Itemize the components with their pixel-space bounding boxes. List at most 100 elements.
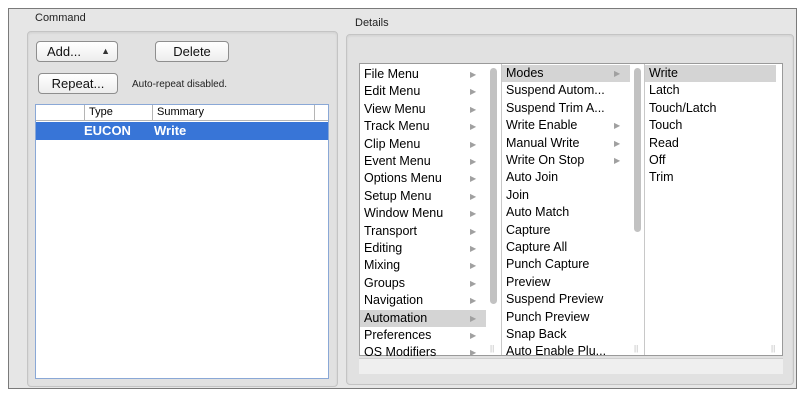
- command-item-label: Capture All: [506, 240, 568, 254]
- submenu-arrow-icon: ▶: [470, 261, 477, 271]
- command-item-label: Modes: [506, 66, 544, 80]
- command-item[interactable]: Punch Preview: [502, 309, 630, 326]
- command-item-label: Preview: [506, 274, 551, 289]
- repeat-button[interactable]: Repeat...: [38, 73, 118, 94]
- command-list-header: Type Summary: [36, 105, 328, 121]
- category-item[interactable]: Track Menu ▶: [360, 118, 486, 135]
- category-item-label: File Menu: [364, 67, 419, 81]
- category-item[interactable]: Navigation ▶: [360, 292, 486, 309]
- mode-item[interactable]: Off: [645, 152, 776, 169]
- category-item-label: Edit Menu: [364, 84, 421, 99]
- submenu-arrow-icon: ▶: [470, 70, 477, 79]
- command-item-label: Auto Match: [506, 205, 570, 220]
- row-summary-cell: Write: [154, 123, 187, 138]
- category-item[interactable]: Groups ▶: [360, 275, 486, 292]
- column-resize-gripper-icon[interactable]: ||: [634, 344, 638, 353]
- command-item[interactable]: Capture: [502, 222, 630, 239]
- category-item-label: Setup Menu: [364, 188, 432, 203]
- command-item[interactable]: Snap Back: [502, 326, 630, 343]
- command-item[interactable]: Preview: [502, 274, 630, 291]
- command-item[interactable]: Capture All: [502, 239, 630, 256]
- type-column-header[interactable]: Type: [84, 105, 152, 120]
- category-item[interactable]: Window Menu ▶: [360, 205, 486, 222]
- command-scrollbar[interactable]: [632, 64, 642, 355]
- submenu-arrow-icon: ▶: [470, 296, 477, 306]
- add-popup-button[interactable]: Add... ▲: [36, 41, 118, 62]
- category-item[interactable]: Edit Menu ▶: [360, 83, 486, 100]
- command-item-label: Auto Join: [506, 170, 559, 185]
- category-column[interactable]: File Menu ▶ Edit Menu ▶ View Menu ▶ Track Menu…: [360, 64, 502, 359]
- category-item[interactable]: Editing ▶: [360, 240, 486, 257]
- category-item-label: View Menu: [364, 101, 426, 116]
- submenu-arrow-icon: ▶: [470, 191, 477, 201]
- command-item[interactable]: Auto Join: [502, 169, 630, 186]
- command-item-label: Snap Back: [506, 327, 567, 341]
- mode-item-label: Read: [649, 135, 679, 150]
- row-type-cell: EUCON: [84, 123, 131, 138]
- category-item[interactable]: View Menu ▶: [360, 101, 486, 118]
- category-item-label: Clip Menu: [364, 136, 421, 151]
- command-item[interactable]: Auto Match: [502, 204, 630, 221]
- column-resize-gripper-icon[interactable]: ||: [490, 344, 494, 353]
- summary-column-header[interactable]: Summary: [152, 105, 314, 120]
- command-item[interactable]: Punch Capture: [502, 256, 630, 273]
- column-resize-gripper-icon[interactable]: ||: [771, 344, 775, 353]
- mode-item-label: Latch: [649, 83, 680, 98]
- command-item-label: Write Enable: [506, 118, 578, 133]
- category-item-label: Track Menu: [364, 119, 430, 134]
- command-list[interactable]: Type Summary EUCON Write: [35, 104, 329, 379]
- repeat-status-text: Auto-repeat disabled.: [132, 79, 228, 90]
- command-row-selected[interactable]: EUCON Write: [36, 122, 328, 140]
- category-scrollbar[interactable]: [488, 64, 498, 355]
- category-item[interactable]: Event Menu ▶: [360, 153, 486, 170]
- mode-item-label: Touch: [649, 118, 683, 133]
- add-button-label: Add...: [47, 44, 81, 59]
- mode-item-label: Off: [649, 153, 666, 167]
- command-item-label: Manual Write: [506, 135, 580, 150]
- command-item[interactable]: Manual Write ▶: [502, 135, 630, 152]
- command-section-label: Command: [35, 12, 86, 24]
- mode-item[interactable]: Touch/Latch: [645, 100, 776, 117]
- browser-horizontal-scrollbar[interactable]: [359, 358, 783, 374]
- mode-item[interactable]: Latch: [645, 82, 776, 99]
- category-item[interactable]: Automation ▶: [360, 309, 486, 327]
- category-item[interactable]: File Menu ▶: [360, 66, 486, 83]
- command-column[interactable]: Modes ▶ Suspend Autom... Suspend Trim A... W…: [502, 64, 645, 359]
- mode-item[interactable]: Touch: [645, 117, 776, 134]
- submenu-arrow-icon: ▶: [470, 174, 477, 184]
- submenu-arrow-icon: ▶: [470, 278, 477, 288]
- submenu-arrow-icon: ▶: [470, 157, 477, 166]
- submenu-arrow-icon: ▶: [470, 244, 477, 253]
- category-item[interactable]: Clip Menu ▶: [360, 136, 486, 153]
- category-item[interactable]: Mixing ▶: [360, 257, 486, 274]
- category-item[interactable]: Setup Menu ▶: [360, 188, 486, 205]
- command-item[interactable]: Write On Stop ▶: [502, 152, 630, 169]
- submenu-arrow-icon: ▶: [470, 104, 477, 114]
- submenu-arrow-icon: ▶: [470, 331, 477, 340]
- command-item[interactable]: Suspend Autom...: [502, 82, 630, 99]
- mode-column[interactable]: Write Latch Touch/Latch Touch Read Off Trim ||: [645, 64, 782, 355]
- command-item[interactable]: Modes ▶: [502, 65, 630, 83]
- command-item[interactable]: Write Enable ▶: [502, 117, 630, 134]
- submenu-arrow-icon: ▶: [470, 139, 477, 149]
- command-item[interactable]: Join: [502, 187, 630, 204]
- category-item[interactable]: Transport ▶: [360, 223, 486, 240]
- category-item[interactable]: Preferences ▶: [360, 327, 486, 344]
- command-item[interactable]: Suspend Preview: [502, 291, 630, 308]
- command-item[interactable]: Suspend Trim A...: [502, 100, 630, 117]
- command-item-label: Auto Enable Plu...: [506, 344, 607, 359]
- submenu-arrow-icon: ▶: [470, 87, 477, 97]
- mode-item[interactable]: Trim: [645, 169, 776, 186]
- command-scroll-thumb[interactable]: [634, 68, 641, 232]
- command-item-label: Suspend Preview: [506, 292, 604, 307]
- category-item-label: Navigation: [364, 293, 424, 308]
- mode-item[interactable]: Write: [645, 65, 776, 83]
- category-item-label: Editing: [364, 241, 403, 255]
- mode-item[interactable]: Read: [645, 135, 776, 152]
- command-item-label: Write On Stop: [506, 153, 585, 167]
- updown-arrows-icon: ▲: [101, 46, 110, 56]
- category-scroll-thumb[interactable]: [490, 68, 497, 304]
- delete-button[interactable]: Delete: [155, 41, 229, 62]
- header-corner: [314, 105, 328, 120]
- category-item[interactable]: Options Menu ▶: [360, 170, 486, 187]
